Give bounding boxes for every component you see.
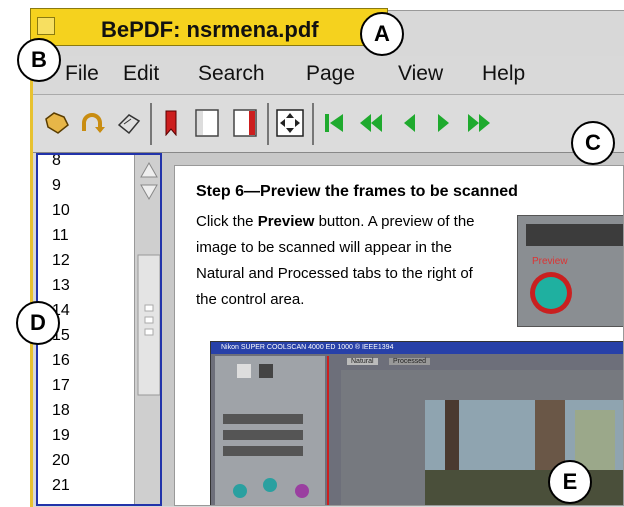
- step-heading: Step 6—Preview the frames to be scanned: [196, 183, 518, 200]
- page-list-item[interactable]: 11: [52, 227, 69, 245]
- menu-search[interactable]: Search: [198, 62, 265, 86]
- print-icon[interactable]: [115, 109, 143, 137]
- bookmark-icon[interactable]: [157, 109, 185, 137]
- menu-edit[interactable]: Edit: [123, 62, 159, 86]
- single-page-icon[interactable]: [193, 109, 221, 137]
- page-list-item[interactable]: 12: [52, 252, 70, 270]
- preview-label: Preview: [532, 256, 568, 267]
- page-list-item[interactable]: 18: [52, 402, 70, 420]
- reload-icon[interactable]: [79, 109, 107, 137]
- toolbar-separator: [267, 103, 269, 145]
- page-list-item[interactable]: 10: [52, 202, 70, 220]
- tab-processed: Processed: [389, 358, 431, 365]
- toolbar-separator: [312, 103, 314, 145]
- menu-view[interactable]: View: [398, 62, 443, 86]
- previous-ten-pages-icon[interactable]: [357, 109, 385, 137]
- menu-bar: File Edit Search Page View Help: [33, 56, 624, 95]
- page-list-scrollbar[interactable]: [134, 155, 160, 504]
- tab-natural: Natural: [347, 358, 378, 365]
- first-page-icon[interactable]: [320, 109, 348, 137]
- page-list-item[interactable]: 16: [52, 352, 70, 370]
- page-list-item[interactable]: 19: [52, 427, 70, 445]
- toolbar: [33, 95, 624, 153]
- menu-help[interactable]: Help: [482, 62, 525, 86]
- next-page-icon[interactable]: [430, 109, 458, 137]
- body-text-bold: Preview: [257, 213, 315, 230]
- body-text: Click the Preview button. A preview of t…: [196, 209, 496, 313]
- preview-button-illustration: Preview: [517, 215, 623, 327]
- callout-label: E: [548, 460, 592, 504]
- callout-label: A: [360, 12, 404, 56]
- page-list-item[interactable]: 17: [52, 377, 70, 395]
- pdf-page: Step 6—Preview the frames to be scanned …: [174, 165, 624, 506]
- page-list-item[interactable]: 20: [52, 452, 70, 470]
- callout-label: D: [16, 301, 60, 345]
- menu-file[interactable]: File: [65, 62, 99, 86]
- open-file-icon[interactable]: [43, 109, 71, 137]
- previous-page-icon[interactable]: [395, 109, 423, 137]
- menu-page[interactable]: Page: [306, 62, 355, 86]
- scroll-up-arrow-icon: [140, 161, 158, 178]
- callout-label: B: [17, 38, 61, 82]
- page-list-item[interactable]: 8: [52, 155, 61, 170]
- page-list-item[interactable]: 13: [52, 277, 70, 295]
- page-list-item[interactable]: 21: [52, 477, 70, 495]
- scroll-down-arrow-icon: [140, 184, 158, 201]
- title-bar[interactable]: BePDF: nsrmena.pdf: [30, 8, 388, 46]
- scanner-window-title: Nikon SUPER COOLSCAN 4000 ED 1000 ® IEEE…: [211, 342, 623, 354]
- scanned-photo-preview: [425, 400, 623, 505]
- two-page-icon[interactable]: [231, 109, 259, 137]
- window-title: BePDF: nsrmena.pdf: [101, 17, 319, 42]
- toolbar-separator: [150, 103, 152, 145]
- scroll-thumb: [137, 254, 160, 396]
- callout-label: C: [571, 121, 615, 165]
- fit-page-icon[interactable]: [276, 109, 304, 137]
- document-view[interactable]: Step 6—Preview the frames to be scanned …: [162, 153, 624, 506]
- close-box[interactable]: [37, 17, 55, 35]
- next-ten-pages-icon[interactable]: [465, 109, 493, 137]
- page-list-item[interactable]: 9: [52, 177, 61, 195]
- body-text-prefix: Click the: [196, 213, 258, 230]
